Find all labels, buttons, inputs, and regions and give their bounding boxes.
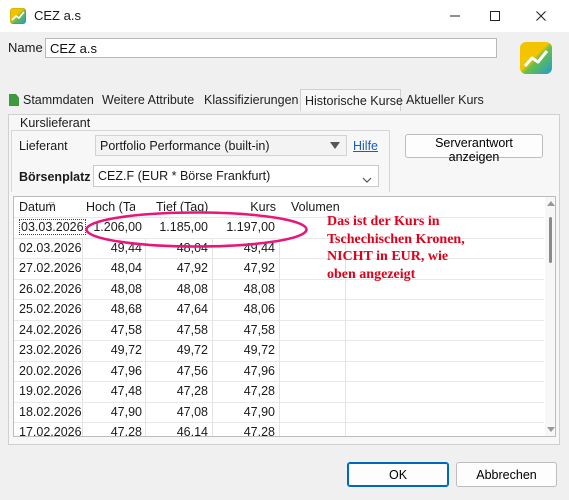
cell-tief: 47,92 bbox=[176, 261, 208, 275]
cell-datum: 23.02.2026 bbox=[19, 343, 82, 357]
cell-datum: 03.03.2026 bbox=[19, 219, 86, 235]
tab-aktueller-kurs[interactable]: Aktueller Kurs bbox=[406, 89, 484, 111]
column-header-hoch[interactable]: Hoch (Ta bbox=[86, 197, 135, 217]
scroll-down-icon[interactable] bbox=[547, 427, 555, 432]
cell-kurs: 49,72 bbox=[243, 343, 275, 357]
table-row[interactable]: 20.02.2026 47,96 47,56 47,96 bbox=[14, 360, 544, 382]
boersenplatz-label: Börsenplatz bbox=[19, 170, 91, 184]
table-row[interactable]: 25.02.2026 48,68 47,64 48,06 bbox=[14, 299, 544, 320]
cell-kurs: 48,08 bbox=[243, 281, 275, 296]
cell-hoch: 49,72 bbox=[110, 343, 142, 357]
cell-tief: 47,08 bbox=[176, 404, 208, 419]
annotation-note: Das ist der Kurs in Tschechischen Kronen… bbox=[327, 214, 465, 282]
table-row[interactable]: 24.02.2026 47,58 47,58 47,58 bbox=[14, 319, 544, 341]
cell-kurs: 48,06 bbox=[243, 302, 275, 316]
cell-hoch: 47,58 bbox=[110, 322, 142, 337]
cell-hoch: 48,04 bbox=[110, 261, 142, 275]
table-row[interactable]: 18.02.2026 47,90 47,08 47,90 bbox=[14, 401, 544, 423]
ok-button[interactable]: OK bbox=[347, 462, 449, 487]
table-row[interactable]: 17.02.2026 47,28 46,14 47,28 bbox=[14, 422, 544, 437]
tab-stammdaten[interactable]: Stammdaten bbox=[9, 89, 94, 111]
kurslieferant-group-title: Kurslieferant bbox=[18, 116, 93, 130]
title-bar: CEZ a.s bbox=[0, 0, 569, 32]
cell-datum: 18.02.2026 bbox=[19, 404, 82, 419]
document-icon bbox=[9, 94, 19, 106]
cell-tief: 47,56 bbox=[176, 363, 208, 378]
column-header-datum[interactable]: Datum ▽ bbox=[19, 197, 84, 217]
sort-descending-icon: ▽ bbox=[49, 202, 55, 209]
name-input[interactable] bbox=[45, 38, 497, 58]
portfolio-performance-logo-icon bbox=[520, 42, 552, 74]
column-header-tief[interactable]: Tief (Tag) bbox=[156, 197, 211, 217]
cell-datum: 26.02.2026 bbox=[19, 281, 82, 296]
cell-kurs: 47,92 bbox=[243, 261, 275, 275]
cell-hoch: 48,08 bbox=[110, 281, 142, 296]
cell-datum: 02.03.2026 bbox=[19, 240, 82, 255]
window-title: CEZ a.s bbox=[34, 8, 81, 23]
cell-tief: 1.185,00 bbox=[159, 220, 208, 234]
cell-hoch: 1.206,00 bbox=[93, 220, 142, 234]
cell-hoch: 47,28 bbox=[110, 425, 142, 437]
vertical-scrollbar[interactable] bbox=[545, 197, 555, 436]
cell-tief: 48,04 bbox=[176, 240, 208, 255]
cell-datum: 25.02.2026 bbox=[19, 302, 82, 316]
cell-kurs: 47,96 bbox=[243, 363, 275, 378]
cell-kurs: 47,28 bbox=[243, 384, 275, 398]
chevron-down-icon bbox=[362, 172, 372, 188]
table-row[interactable]: 23.02.2026 49,72 49,72 49,72 bbox=[14, 340, 544, 361]
lieferant-select-value: Portfolio Performance (built-in) bbox=[100, 139, 270, 153]
cell-hoch: 47,96 bbox=[110, 363, 142, 378]
app-logo-icon bbox=[10, 8, 26, 24]
dropdown-arrow-icon bbox=[330, 142, 340, 149]
scroll-up-icon[interactable] bbox=[547, 201, 555, 206]
cell-kurs: 47,90 bbox=[243, 404, 275, 419]
cell-datum: 20.02.2026 bbox=[19, 363, 82, 378]
cell-hoch: 48,68 bbox=[110, 302, 142, 316]
lieferant-select[interactable]: Portfolio Performance (built-in) bbox=[95, 135, 347, 156]
close-button[interactable] bbox=[518, 0, 564, 32]
lieferant-label: Lieferant bbox=[19, 139, 68, 153]
close-icon bbox=[535, 10, 547, 22]
tab-bar: Stammdaten Weitere Attribute Klassifizie… bbox=[0, 89, 569, 111]
tab-weitere-attribute[interactable]: Weitere Attribute bbox=[102, 89, 194, 111]
tab-historische-kurse[interactable]: Historische Kurse bbox=[300, 89, 403, 111]
table-row[interactable]: 19.02.2026 47,48 47,28 47,28 bbox=[14, 381, 544, 402]
cell-tief: 47,58 bbox=[176, 322, 208, 337]
serverantwort-anzeigen-button[interactable]: Serverantwort anzeigen bbox=[405, 134, 543, 164]
tab-klassifizierungen[interactable]: Klassifizierungen bbox=[204, 89, 299, 111]
cell-kurs: 1.197,00 bbox=[226, 220, 275, 234]
boersenplatz-select-value: CEZ.F (EUR * Börse Frankfurt) bbox=[98, 169, 271, 183]
cell-tief: 49,72 bbox=[176, 343, 208, 357]
cell-hoch: 47,48 bbox=[110, 384, 142, 398]
name-label: Name bbox=[8, 40, 43, 55]
hilfe-link[interactable]: Hilfe bbox=[353, 139, 378, 153]
cell-kurs: 49,44 bbox=[243, 240, 275, 255]
boersenplatz-select[interactable]: CEZ.F (EUR * Börse Frankfurt) bbox=[93, 165, 379, 187]
cell-kurs: 47,58 bbox=[243, 322, 275, 337]
column-header-kurs[interactable]: Kurs bbox=[224, 197, 276, 217]
minimize-icon bbox=[449, 10, 461, 22]
cell-datum: 27.02.2026 bbox=[19, 261, 82, 275]
cell-tief: 47,64 bbox=[176, 302, 208, 316]
cell-tief: 46,14 bbox=[176, 425, 208, 437]
cell-hoch: 49,44 bbox=[110, 240, 142, 255]
cell-datum: 19.02.2026 bbox=[19, 384, 82, 398]
maximize-icon bbox=[489, 10, 501, 22]
cell-datum: 24.02.2026 bbox=[19, 322, 82, 337]
cell-tief: 48,08 bbox=[176, 281, 208, 296]
cancel-button[interactable]: Abbrechen bbox=[456, 462, 557, 487]
tab-label: Stammdaten bbox=[23, 93, 94, 107]
cell-tief: 47,28 bbox=[176, 384, 208, 398]
maximize-button[interactable] bbox=[472, 0, 518, 32]
cell-hoch: 47,90 bbox=[110, 404, 142, 419]
cell-kurs: 47,28 bbox=[243, 425, 275, 437]
cell-datum: 17.02.2026 bbox=[19, 425, 82, 437]
scrollbar-thumb[interactable] bbox=[549, 217, 552, 263]
